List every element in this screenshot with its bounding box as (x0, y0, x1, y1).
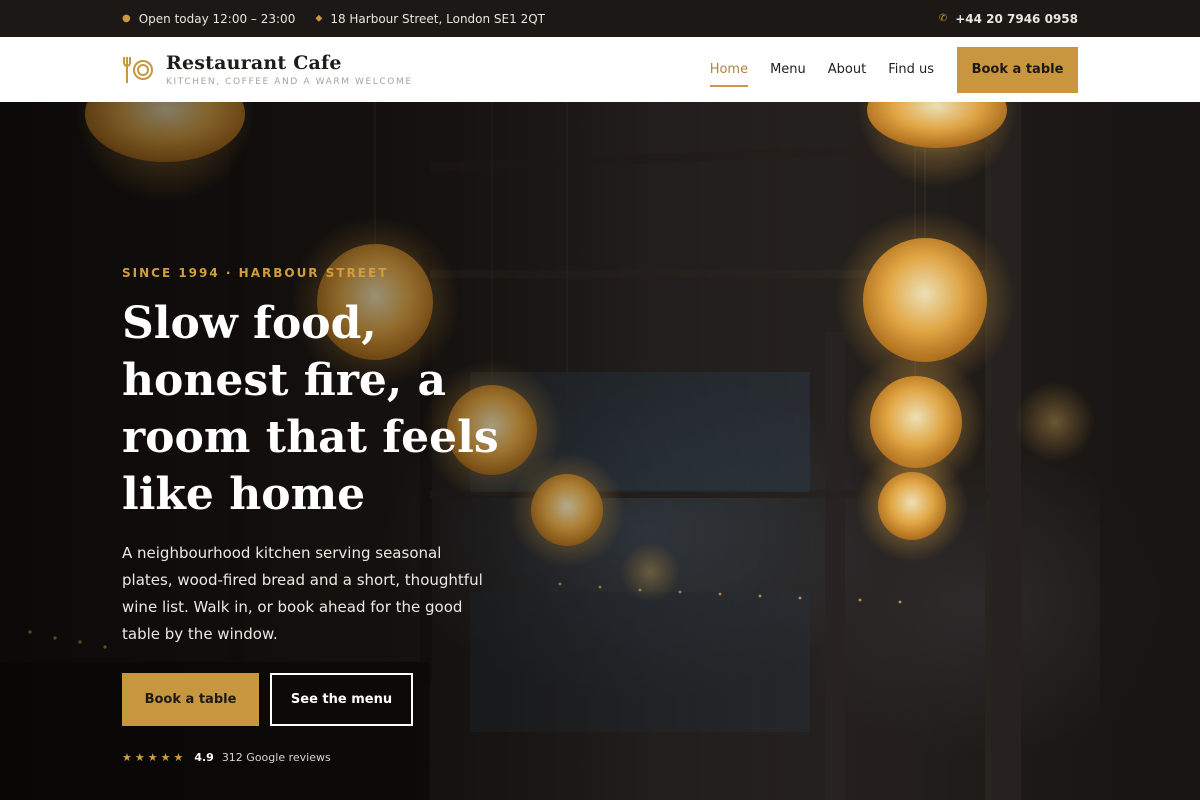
rating-score: 4.9 (194, 751, 214, 764)
brand[interactable]: Restaurant Cafe KITCHEN, COFFEE AND A WA… (166, 52, 413, 87)
hero-description: A neighbourhood kitchen serving seasonal… (122, 544, 483, 643)
address-text: 18 Harbour Street, London SE1 2QT (330, 11, 545, 26)
header-book-table-button[interactable]: Book a table (957, 46, 1078, 93)
nav-find-us[interactable]: Find us (888, 56, 934, 83)
phone-text[interactable]: +44 20 7946 0958 (955, 12, 1078, 26)
see-menu-button[interactable]: See the menu (270, 673, 413, 726)
clock-icon: ● (122, 13, 131, 24)
opening-hours: ● Open today 12:00 – 23:00 (122, 12, 295, 26)
star-rating-icon: ★★★★★ (122, 751, 187, 764)
brand-tagline: KITCHEN, COFFEE AND A WARM WELCOME (166, 77, 413, 87)
hero-kicker: SINCE 1994 · HARBOUR STREET (122, 266, 389, 280)
hero-book-table-button[interactable]: Book a table (122, 673, 259, 726)
main-nav: Home Menu About Find us Book a table (688, 46, 1078, 93)
site-header: Restaurant Cafe KITCHEN, COFFEE AND A WA… (0, 37, 1200, 102)
phone-number[interactable]: ✆ +44 20 7946 0958 (939, 12, 1078, 26)
google-rating[interactable]: ★★★★★ 4.9 312 Google reviews (122, 751, 331, 764)
nav-home[interactable]: Home (709, 56, 749, 87)
opening-hours-text: Open today 12:00 – 23:00 (138, 11, 296, 26)
phone-icon: ✆ (938, 13, 948, 24)
map-pin-icon: ⬥ (315, 13, 323, 24)
hero-headline: Slow food, honest fire, a room that feel… (122, 298, 499, 520)
hero-section: SINCE 1994 · HARBOUR STREET Slow food, h… (0, 102, 1200, 800)
nav-menu[interactable]: Menu (770, 56, 806, 83)
address: ⬥ 18 Harbour Street, London SE1 2QT (315, 12, 545, 26)
fork-plate-icon[interactable] (122, 54, 154, 86)
brand-name[interactable]: Restaurant Cafe (166, 52, 413, 74)
top-info-bar: ● Open today 12:00 – 23:00 ⬥ 18 Harbour … (0, 0, 1200, 37)
review-count[interactable]: 312 Google reviews (222, 751, 331, 764)
nav-about[interactable]: About (828, 56, 866, 83)
